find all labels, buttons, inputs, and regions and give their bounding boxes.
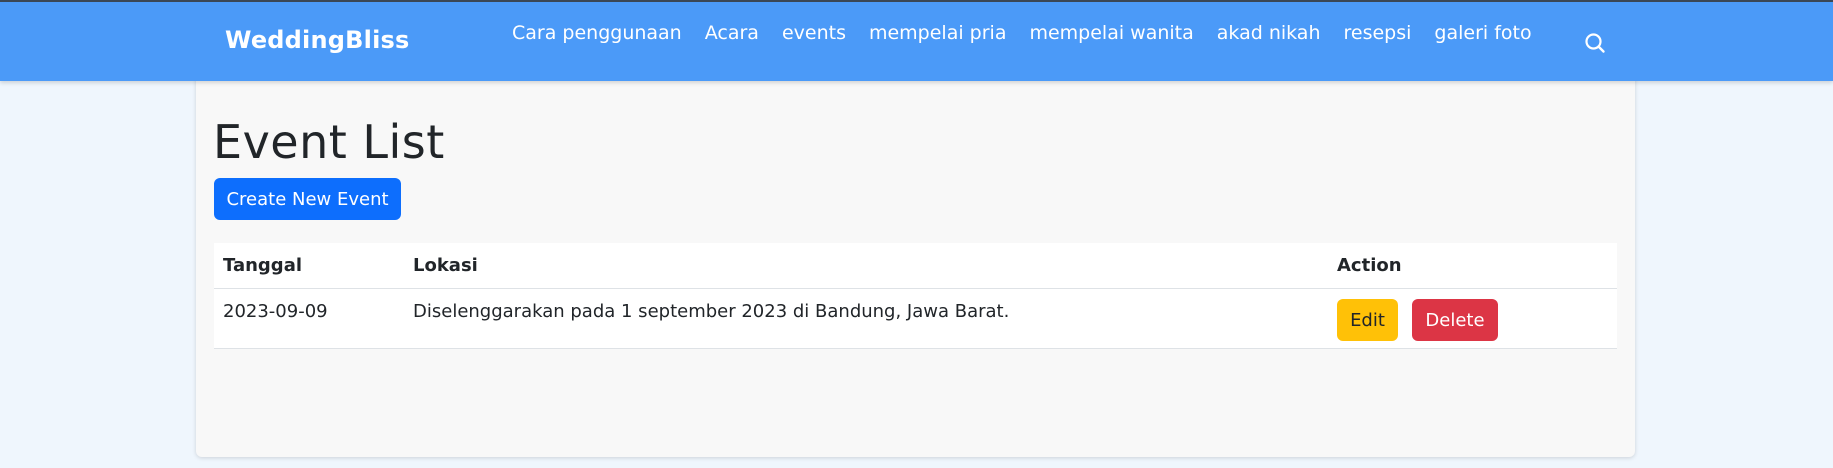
page-title: Event List bbox=[213, 115, 445, 169]
header-tanggal: Tanggal bbox=[214, 243, 404, 289]
table-row: 2023-09-09 Diselenggarakan pada 1 septem… bbox=[214, 288, 1617, 349]
nav-link-acara[interactable]: Acara bbox=[705, 22, 759, 44]
nav-links: Cara penggunaan Acara events mempelai pr… bbox=[512, 22, 1532, 44]
cell-action: Edit Delete bbox=[1328, 288, 1617, 349]
nav-link-mempelai-pria[interactable]: mempelai pria bbox=[869, 22, 1007, 44]
nav-link-resepsi[interactable]: resepsi bbox=[1344, 22, 1412, 44]
search-icon bbox=[1585, 33, 1605, 53]
main-card: Event List Create New Event Tanggal Loka… bbox=[196, 70, 1635, 457]
events-table: Tanggal Lokasi Action 2023-09-09 Diselen… bbox=[214, 243, 1617, 349]
cell-lokasi: Diselenggarakan pada 1 september 2023 di… bbox=[404, 288, 1328, 349]
nav-link-akad-nikah[interactable]: akad nikah bbox=[1217, 22, 1321, 44]
delete-button[interactable]: Delete bbox=[1412, 299, 1498, 341]
create-event-button[interactable]: Create New Event bbox=[214, 178, 401, 220]
nav-link-events[interactable]: events bbox=[782, 22, 846, 44]
header-action: Action bbox=[1328, 243, 1617, 289]
header-lokasi: Lokasi bbox=[404, 243, 1328, 289]
nav-link-galeri-foto[interactable]: galeri foto bbox=[1434, 22, 1531, 44]
brand-logo[interactable]: WeddingBliss bbox=[225, 26, 409, 54]
table-header-row: Tanggal Lokasi Action bbox=[214, 243, 1617, 289]
cell-tanggal: 2023-09-09 bbox=[214, 288, 404, 349]
nav-link-mempelai-wanita[interactable]: mempelai wanita bbox=[1029, 22, 1193, 44]
search-button[interactable] bbox=[1583, 31, 1607, 55]
edit-button[interactable]: Edit bbox=[1337, 299, 1398, 341]
navbar: WeddingBliss Cara penggunaan Acara event… bbox=[0, 0, 1833, 81]
nav-link-cara-penggunaan[interactable]: Cara penggunaan bbox=[512, 22, 682, 44]
